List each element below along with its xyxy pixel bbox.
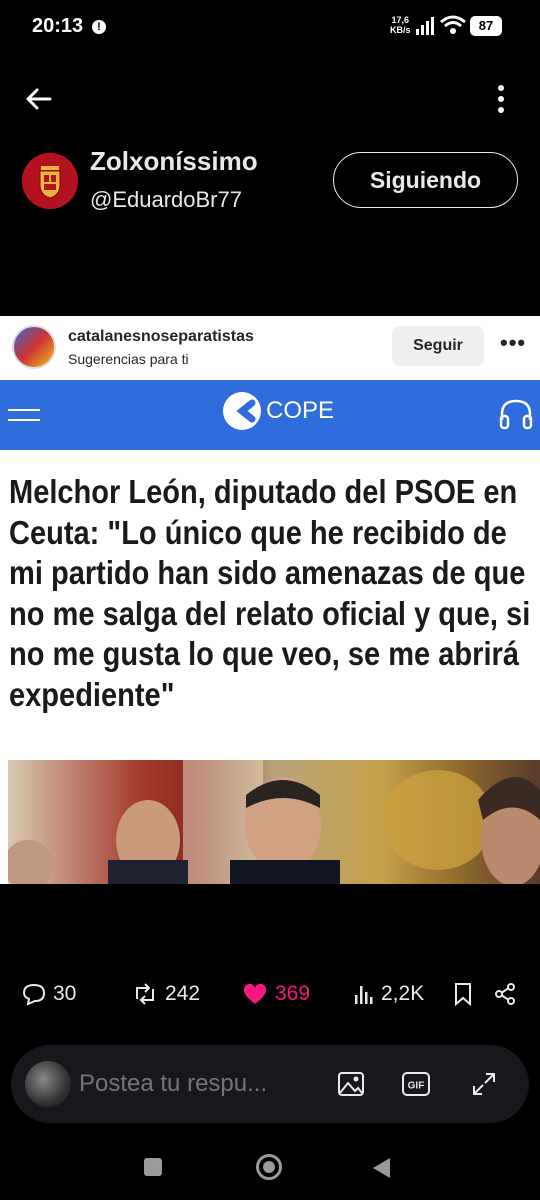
- comment-icon: [22, 983, 46, 1006]
- image-button[interactable]: [336, 1069, 366, 1099]
- expand-icon: [473, 1073, 495, 1095]
- alert-icon: !: [92, 20, 106, 34]
- recent-apps-button[interactable]: [144, 1158, 162, 1176]
- reply-count: 30: [53, 982, 77, 1005]
- status-time: 20:13: [32, 15, 84, 37]
- analytics-icon: [355, 986, 373, 1004]
- bookmark-button[interactable]: [452, 982, 474, 1006]
- display-name[interactable]: Zolxoníssimo: [90, 146, 258, 177]
- reply-composer: GIF: [11, 1045, 529, 1123]
- more-options-button[interactable]: [490, 82, 512, 116]
- instagram-avatar: [12, 325, 56, 369]
- like-count: 369: [275, 982, 311, 1005]
- share-button[interactable]: [493, 982, 517, 1006]
- menu-icon: [8, 409, 40, 421]
- view-count: 2,2K: [381, 982, 425, 1005]
- crest-icon: [22, 153, 78, 209]
- people-photo-graphic: [8, 760, 540, 884]
- android-nav-bar: [0, 1140, 540, 1200]
- signal-icon: [416, 17, 434, 35]
- wifi-icon: [440, 15, 466, 34]
- instagram-subtitle: Sugerencias para ti: [68, 351, 189, 367]
- status-bar: 20:13 ! 17,6 KB/s 87: [0, 0, 540, 56]
- headphones-icon: [499, 399, 533, 430]
- reply-avatar: [25, 1061, 71, 1107]
- network-speed: 17,6 KB/s: [390, 15, 411, 35]
- home-button[interactable]: [256, 1154, 282, 1180]
- news-headline: Melchor León, diputado del PSOE en Ceuta…: [9, 473, 531, 713]
- gif-icon: GIF: [402, 1072, 430, 1096]
- post-image[interactable]: catalanesnoseparatistas Sugerencias para…: [0, 316, 540, 884]
- instagram-more-icon: •••: [500, 330, 527, 355]
- repost-icon: [136, 983, 154, 1005]
- repost-action[interactable]: 242: [132, 982, 200, 1006]
- network-speed-unit: KB/s: [390, 25, 411, 35]
- news-photo: [8, 760, 540, 884]
- reply-input[interactable]: [79, 1065, 329, 1103]
- cope-logo-text: COPE: [266, 397, 335, 424]
- cope-logo-icon: [223, 392, 261, 430]
- svg-text:GIF: GIF: [408, 1081, 425, 1092]
- arrow-left-icon: [26, 88, 52, 110]
- instagram-username: catalanesnoseparatistas: [68, 328, 254, 345]
- profile-avatar[interactable]: [22, 153, 78, 209]
- following-button[interactable]: Siguiendo: [333, 152, 518, 208]
- system-back-button[interactable]: [373, 1158, 390, 1178]
- expand-button[interactable]: [469, 1069, 499, 1099]
- repost-count: 242: [165, 982, 201, 1005]
- heart-icon: [243, 983, 267, 1004]
- tweet-actions: 30 242 369 2,2K: [0, 978, 540, 1018]
- cope-header: COPE: [0, 380, 540, 450]
- share-icon: [495, 983, 515, 1005]
- network-speed-value: 17,6: [391, 15, 410, 25]
- user-handle[interactable]: @EduardoBr77: [90, 187, 242, 213]
- cope-logo: COPE: [222, 391, 334, 431]
- views-action[interactable]: 2,2K: [354, 982, 424, 1006]
- image-icon: [338, 1072, 364, 1096]
- bookmark-icon: [455, 983, 471, 1006]
- battery-indicator: 87: [470, 16, 502, 36]
- back-button[interactable]: [22, 82, 56, 116]
- reply-action[interactable]: 30: [22, 982, 76, 1006]
- instagram-header: catalanesnoseparatistas Sugerencias para…: [0, 316, 540, 380]
- like-action[interactable]: 369: [242, 982, 310, 1006]
- more-vertical-icon: [498, 85, 504, 113]
- instagram-follow-button: Seguir: [392, 326, 484, 366]
- gif-button[interactable]: GIF: [401, 1069, 431, 1099]
